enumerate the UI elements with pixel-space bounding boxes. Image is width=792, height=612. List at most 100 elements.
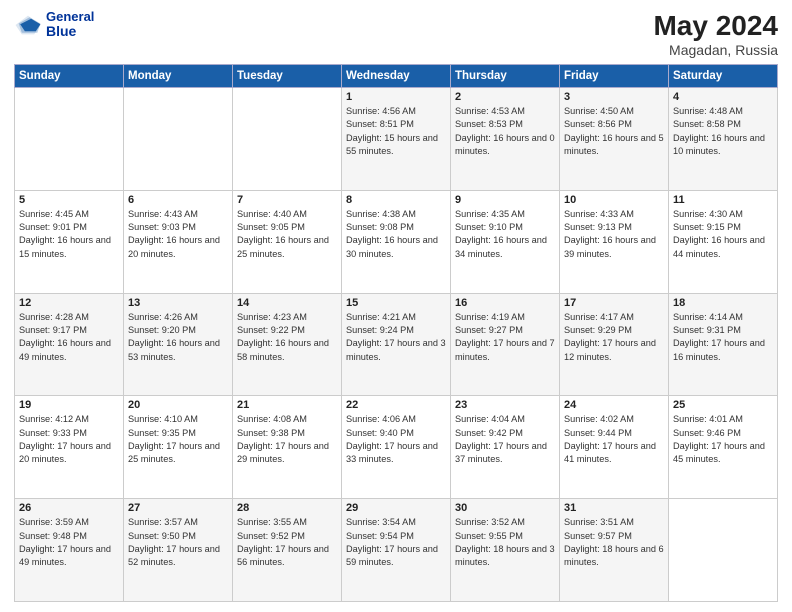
cell-info: Sunrise: 4:26 AM Sunset: 9:20 PM Dayligh… xyxy=(128,311,228,364)
cell-info: Sunrise: 3:57 AM Sunset: 9:50 PM Dayligh… xyxy=(128,516,228,569)
weekday-header-row: SundayMondayTuesdayWednesdayThursdayFrid… xyxy=(15,65,778,88)
logo: General Blue xyxy=(14,10,94,40)
day-cell-22: 22 Sunrise: 4:06 AM Sunset: 9:40 PM Dayli… xyxy=(342,396,451,499)
day-number: 23 xyxy=(455,399,555,411)
cell-info: Sunrise: 4:17 AM Sunset: 9:29 PM Dayligh… xyxy=(564,311,664,364)
day-cell-9: 9Sunrise: 4:35 AM Sunset: 9:10 PM Daylig… xyxy=(451,190,560,293)
cell-info: Sunrise: 3:52 AM Sunset: 9:55 PM Dayligh… xyxy=(455,516,555,569)
weekday-header-tuesday: Tuesday xyxy=(233,65,342,88)
day-cell-30: 30 Sunrise: 3:52 AM Sunset: 9:55 PM Dayli… xyxy=(451,499,560,602)
day-cell-1: 1Sunrise: 4:56 AM Sunset: 8:51 PM Daylig… xyxy=(342,88,451,191)
day-number: 7 xyxy=(237,194,337,206)
day-number: 21 xyxy=(237,399,337,411)
empty-cell xyxy=(15,88,124,191)
cell-info: Sunrise: 3:59 AM Sunset: 9:48 PM Dayligh… xyxy=(19,516,119,569)
page: General Blue May 2024 Magadan, Russia Su… xyxy=(0,0,792,612)
cell-info: Sunrise: 4:14 AM Sunset: 9:31 PM Dayligh… xyxy=(673,311,773,364)
week-row-2: 12Sunrise: 4:28 AM Sunset: 9:17 PM Dayli… xyxy=(15,293,778,396)
cell-info: Sunrise: 4:33 AM Sunset: 9:13 PM Dayligh… xyxy=(564,208,664,261)
day-number: 26 xyxy=(19,502,119,514)
day-number: 27 xyxy=(128,502,228,514)
day-number: 22 xyxy=(346,399,446,411)
cell-info: Sunrise: 4:06 AM Sunset: 9:40 PM Dayligh… xyxy=(346,413,446,466)
day-cell-24: 24 Sunrise: 4:02 AM Sunset: 9:44 PM Dayli… xyxy=(560,396,669,499)
day-cell-16: 16 Sunrise: 4:19 AM Sunset: 9:27 PM Dayli… xyxy=(451,293,560,396)
day-cell-3: 3 Sunrise: 4:50 AM Sunset: 8:56 PM Daylig… xyxy=(560,88,669,191)
cell-info: Sunrise: 4:04 AM Sunset: 9:42 PM Dayligh… xyxy=(455,413,555,466)
cell-info: Sunrise: 4:21 AM Sunset: 9:24 PM Dayligh… xyxy=(346,311,446,364)
day-number: 4 xyxy=(673,91,773,103)
day-cell-2: 2 Sunrise: 4:53 AM Sunset: 8:53 PM Daylig… xyxy=(451,88,560,191)
day-cell-26: 26 Sunrise: 3:59 AM Sunset: 9:48 PM Dayli… xyxy=(15,499,124,602)
weekday-header-monday: Monday xyxy=(124,65,233,88)
week-row-3: 19Sunrise: 4:12 AM Sunset: 9:33 PM Dayli… xyxy=(15,396,778,499)
day-number: 18 xyxy=(673,297,773,309)
cell-info: Sunrise: 3:51 AM Sunset: 9:57 PM Dayligh… xyxy=(564,516,664,569)
day-cell-28: 28 Sunrise: 3:55 AM Sunset: 9:52 PM Dayli… xyxy=(233,499,342,602)
logo-text: General Blue xyxy=(46,10,94,40)
cell-info: Sunrise: 3:54 AM Sunset: 9:54 PM Dayligh… xyxy=(346,516,446,569)
day-cell-18: 18 Sunrise: 4:14 AM Sunset: 9:31 PM Dayli… xyxy=(669,293,778,396)
day-cell-27: 27 Sunrise: 3:57 AM Sunset: 9:50 PM Dayli… xyxy=(124,499,233,602)
day-number: 29 xyxy=(346,502,446,514)
empty-cell xyxy=(669,499,778,602)
week-row-0: 1Sunrise: 4:56 AM Sunset: 8:51 PM Daylig… xyxy=(15,88,778,191)
day-number: 6 xyxy=(128,194,228,206)
cell-info: Sunrise: 4:48 AM Sunset: 8:58 PM Dayligh… xyxy=(673,105,773,158)
day-cell-20: 20Sunrise: 4:10 AM Sunset: 9:35 PM Dayli… xyxy=(124,396,233,499)
day-cell-15: 15Sunrise: 4:21 AM Sunset: 9:24 PM Dayli… xyxy=(342,293,451,396)
day-number: 24 xyxy=(564,399,664,411)
cell-info: Sunrise: 4:56 AM Sunset: 8:51 PM Dayligh… xyxy=(346,105,446,158)
day-number: 30 xyxy=(455,502,555,514)
day-cell-23: 23 Sunrise: 4:04 AM Sunset: 9:42 PM Dayli… xyxy=(451,396,560,499)
day-number: 16 xyxy=(455,297,555,309)
cell-info: Sunrise: 4:43 AM Sunset: 9:03 PM Dayligh… xyxy=(128,208,228,261)
weekday-header-saturday: Saturday xyxy=(669,65,778,88)
weekday-header-wednesday: Wednesday xyxy=(342,65,451,88)
logo-line2: Blue xyxy=(46,24,94,39)
weekday-header-thursday: Thursday xyxy=(451,65,560,88)
day-number: 17 xyxy=(564,297,664,309)
day-number: 3 xyxy=(564,91,664,103)
cell-info: Sunrise: 3:55 AM Sunset: 9:52 PM Dayligh… xyxy=(237,516,337,569)
day-cell-19: 19Sunrise: 4:12 AM Sunset: 9:33 PM Dayli… xyxy=(15,396,124,499)
day-number: 25 xyxy=(673,399,773,411)
cell-info: Sunrise: 4:08 AM Sunset: 9:38 PM Dayligh… xyxy=(237,413,337,466)
cell-info: Sunrise: 4:23 AM Sunset: 9:22 PM Dayligh… xyxy=(237,311,337,364)
logo-icon xyxy=(14,14,42,36)
cell-info: Sunrise: 4:30 AM Sunset: 9:15 PM Dayligh… xyxy=(673,208,773,261)
day-number: 10 xyxy=(564,194,664,206)
day-number: 19 xyxy=(19,399,119,411)
day-cell-4: 4 Sunrise: 4:48 AM Sunset: 8:58 PM Daylig… xyxy=(669,88,778,191)
calendar: SundayMondayTuesdayWednesdayThursdayFrid… xyxy=(14,64,778,602)
cell-info: Sunrise: 4:01 AM Sunset: 9:46 PM Dayligh… xyxy=(673,413,773,466)
day-cell-31: 31Sunrise: 3:51 AM Sunset: 9:57 PM Dayli… xyxy=(560,499,669,602)
cell-info: Sunrise: 4:28 AM Sunset: 9:17 PM Dayligh… xyxy=(19,311,119,364)
header: General Blue May 2024 Magadan, Russia xyxy=(14,10,778,58)
week-row-4: 26 Sunrise: 3:59 AM Sunset: 9:48 PM Dayli… xyxy=(15,499,778,602)
day-number: 28 xyxy=(237,502,337,514)
location: Magadan, Russia xyxy=(653,42,778,58)
logo-line1: General xyxy=(46,10,94,24)
weekday-header-sunday: Sunday xyxy=(15,65,124,88)
cell-info: Sunrise: 4:50 AM Sunset: 8:56 PM Dayligh… xyxy=(564,105,664,158)
week-row-1: 5Sunrise: 4:45 AM Sunset: 9:01 PM Daylig… xyxy=(15,190,778,293)
day-cell-10: 10 Sunrise: 4:33 AM Sunset: 9:13 PM Dayli… xyxy=(560,190,669,293)
day-number: 9 xyxy=(455,194,555,206)
month-year: May 2024 xyxy=(653,10,778,42)
day-cell-7: 7 Sunrise: 4:40 AM Sunset: 9:05 PM Daylig… xyxy=(233,190,342,293)
day-cell-11: 11 Sunrise: 4:30 AM Sunset: 9:15 PM Dayli… xyxy=(669,190,778,293)
day-number: 2 xyxy=(455,91,555,103)
cell-info: Sunrise: 4:53 AM Sunset: 8:53 PM Dayligh… xyxy=(455,105,555,158)
cell-info: Sunrise: 4:19 AM Sunset: 9:27 PM Dayligh… xyxy=(455,311,555,364)
day-cell-6: 6 Sunrise: 4:43 AM Sunset: 9:03 PM Daylig… xyxy=(124,190,233,293)
cell-info: Sunrise: 4:38 AM Sunset: 9:08 PM Dayligh… xyxy=(346,208,446,261)
empty-cell xyxy=(124,88,233,191)
day-cell-12: 12Sunrise: 4:28 AM Sunset: 9:17 PM Dayli… xyxy=(15,293,124,396)
day-number: 11 xyxy=(673,194,773,206)
cell-info: Sunrise: 4:40 AM Sunset: 9:05 PM Dayligh… xyxy=(237,208,337,261)
cell-info: Sunrise: 4:02 AM Sunset: 9:44 PM Dayligh… xyxy=(564,413,664,466)
day-cell-29: 29 Sunrise: 3:54 AM Sunset: 9:54 PM Dayli… xyxy=(342,499,451,602)
weekday-header-friday: Friday xyxy=(560,65,669,88)
title-block: May 2024 Magadan, Russia xyxy=(653,10,778,58)
